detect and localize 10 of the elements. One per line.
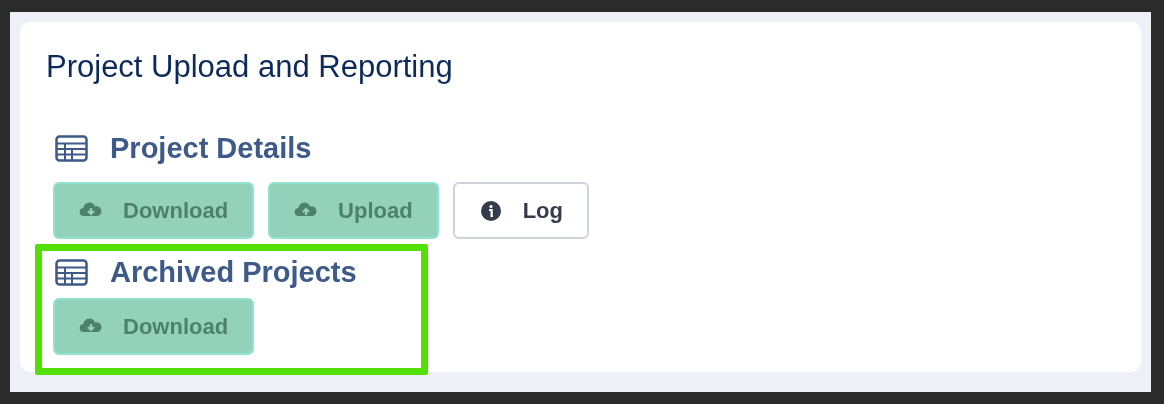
table-icon bbox=[55, 258, 88, 286]
card-title: Project Upload and Reporting bbox=[46, 52, 454, 82]
upload-button[interactable]: Upload bbox=[268, 182, 439, 239]
download-button[interactable]: Download bbox=[53, 298, 255, 355]
download-button[interactable]: Download bbox=[53, 182, 255, 239]
section-heading: Archived Projects bbox=[110, 255, 357, 289]
table-icon bbox=[55, 134, 88, 162]
section-heading: Project Details bbox=[110, 131, 312, 165]
log-button[interactable]: Log bbox=[452, 182, 589, 239]
info-icon bbox=[478, 198, 503, 223]
